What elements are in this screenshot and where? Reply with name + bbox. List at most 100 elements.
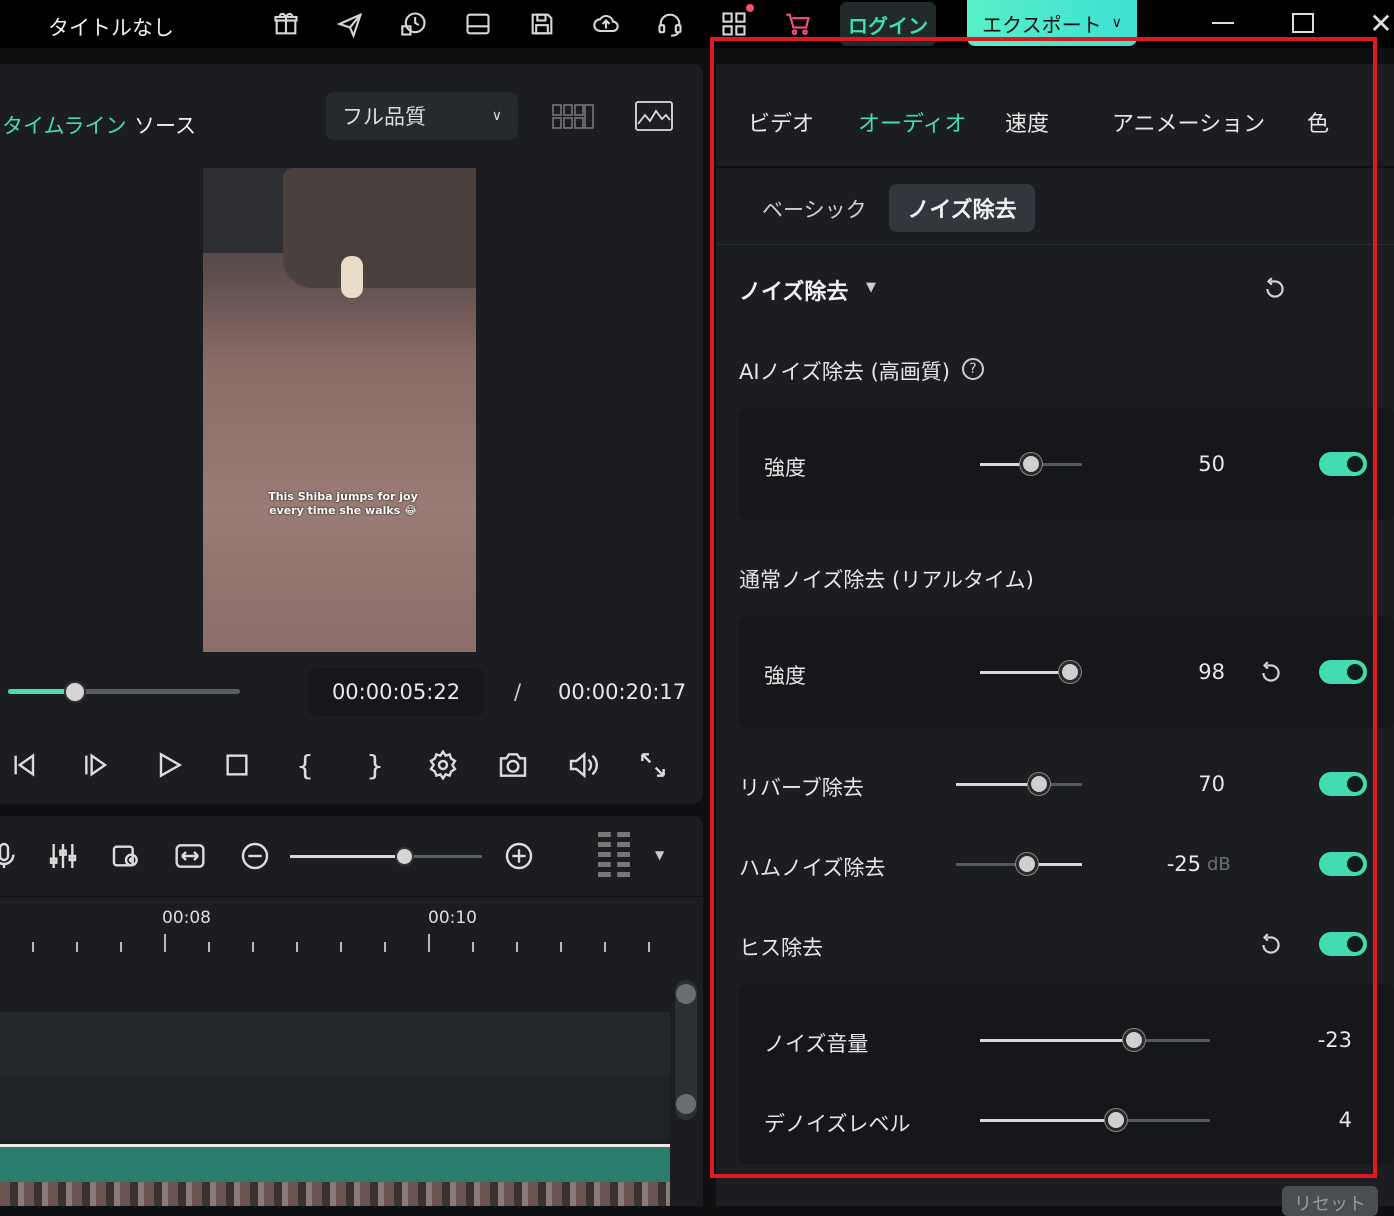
reverb-toggle[interactable] (1319, 772, 1367, 796)
gift-icon[interactable] (270, 8, 302, 40)
ruler-tick (296, 942, 298, 952)
slider-fill (980, 671, 1070, 674)
slider-handle[interactable] (1015, 853, 1038, 875)
fullscreen-icon[interactable] (634, 746, 672, 784)
timeline-track[interactable] (0, 1076, 670, 1140)
login-label: ログイン (848, 13, 928, 38)
login-button[interactable]: ログイン (840, 2, 936, 46)
app-title: タイトルなし (48, 16, 174, 40)
collapse-arrow-icon[interactable]: ▼ (866, 280, 876, 295)
reverb-value: 70 (1198, 772, 1225, 796)
slider-fill (980, 1119, 1116, 1122)
snapshot-icon[interactable] (494, 746, 532, 784)
grid-view-icon[interactable] (552, 104, 594, 130)
preview-render-icon[interactable] (108, 838, 144, 874)
waveform-monitor-icon[interactable] (634, 100, 674, 132)
history-icon[interactable] (398, 8, 430, 40)
denoise-level-value: 4 (1338, 1108, 1352, 1132)
ai-noise-toggle[interactable] (1319, 452, 1367, 476)
fit-timeline-icon[interactable] (172, 838, 208, 874)
normal-noise-toggle[interactable] (1319, 660, 1367, 684)
reverb-slider[interactable] (956, 772, 1082, 796)
play-icon[interactable] (150, 746, 188, 784)
tab-color[interactable]: 色 (1307, 106, 1329, 138)
video-clip[interactable] (0, 1144, 670, 1182)
subtab-noise-removal[interactable]: ノイズ除去 (889, 184, 1035, 232)
slider-handle[interactable] (1028, 773, 1051, 795)
current-time: 00:00:05:22 (308, 668, 484, 716)
apps-grid-icon[interactable] (718, 8, 750, 40)
slider-handle[interactable] (1058, 661, 1081, 683)
reset-icon[interactable] (1262, 276, 1288, 306)
slider-fill (980, 1039, 1135, 1042)
settings-icon[interactable] (424, 746, 462, 784)
tab-speed[interactable]: 速度 (1005, 106, 1049, 138)
hum-value: -25 (1166, 852, 1201, 876)
audio-mixer-icon[interactable] (45, 838, 81, 874)
layout-icon[interactable] (462, 8, 494, 40)
title-bar (0, 0, 1394, 48)
hum-toggle[interactable] (1319, 852, 1367, 876)
stop-icon[interactable] (218, 746, 256, 784)
dropdown-arrow-icon[interactable]: ▼ (655, 848, 664, 862)
denoise-level-slider[interactable] (980, 1108, 1210, 1132)
slider-handle[interactable] (1104, 1109, 1127, 1131)
hum-slider[interactable] (956, 852, 1082, 876)
reset-icon[interactable] (1258, 660, 1284, 690)
save-icon[interactable] (526, 8, 558, 40)
help-icon[interactable]: ? (962, 358, 984, 380)
noise-volume-label: ノイズ音量 (764, 1032, 869, 1056)
tab-video[interactable]: ビデオ (748, 106, 814, 138)
cart-icon[interactable] (782, 8, 814, 40)
ruler-tick (472, 942, 474, 952)
volume-icon[interactable] (564, 746, 602, 784)
zoom-in-icon[interactable] (501, 838, 537, 874)
ruler-tick (76, 942, 78, 952)
scrollbar-handle-top[interactable] (676, 984, 696, 1004)
mark-out-icon[interactable]: } (356, 746, 394, 784)
ruler-tick (604, 942, 606, 952)
maximize-icon[interactable] (1288, 8, 1318, 38)
quality-select[interactable]: フル品質 ∨ (326, 92, 518, 140)
zoom-out-icon[interactable] (237, 838, 273, 874)
microphone-icon[interactable] (0, 838, 22, 874)
ruler-tick (648, 942, 650, 952)
export-button[interactable]: エクスポート ∨ (967, 0, 1137, 46)
video-preview: This Shiba jumps for joy every time she w… (203, 168, 476, 652)
slider-handle[interactable] (1020, 453, 1042, 475)
mark-in-icon[interactable]: { (286, 746, 324, 784)
dog (341, 256, 363, 298)
minimize-icon[interactable] (1208, 8, 1238, 38)
quality-value: フル品質 (342, 105, 426, 129)
reset-button[interactable]: リセット (1282, 1186, 1378, 1216)
ruler-tick (384, 942, 386, 952)
timeline-track[interactable] (0, 1012, 670, 1076)
subtab-basic[interactable]: ベーシック (762, 194, 867, 224)
tab-animation[interactable]: アニメーション (1112, 106, 1265, 138)
noise-volume-slider[interactable] (980, 1028, 1210, 1052)
ai-strength-slider[interactable] (980, 452, 1082, 476)
normal-strength-slider[interactable] (980, 660, 1082, 684)
ruler-tick (120, 942, 122, 952)
slider-handle[interactable] (1123, 1029, 1146, 1051)
scrollbar-handle-bottom[interactable] (676, 1094, 696, 1114)
chevron-down-icon: ∨ (491, 108, 502, 124)
headset-icon[interactable] (654, 8, 686, 40)
cloud-upload-icon[interactable] (590, 8, 622, 40)
reset-icon[interactable] (1258, 932, 1284, 962)
tab-source[interactable]: ソース (134, 110, 196, 140)
tab-timeline[interactable]: タイムライン (2, 110, 127, 140)
clip-thumbnails (0, 1182, 670, 1206)
normal-strength-value: 98 (1198, 660, 1225, 684)
send-icon[interactable] (334, 8, 366, 40)
hiss-toggle[interactable] (1319, 932, 1367, 956)
total-time: 00:00:20:17 (558, 680, 687, 704)
ruler-tick (428, 934, 430, 952)
tab-audio[interactable]: オーディオ (858, 106, 966, 138)
subtab-divider (716, 244, 1394, 245)
next-frame-icon[interactable] (78, 746, 116, 784)
close-icon[interactable]: ✕ (1366, 7, 1394, 40)
ai-noise-heading: AIノイズ除去 (高画質) (739, 360, 950, 384)
hiss-label: ヒス除去 (739, 936, 823, 960)
prev-frame-icon[interactable] (6, 746, 44, 784)
